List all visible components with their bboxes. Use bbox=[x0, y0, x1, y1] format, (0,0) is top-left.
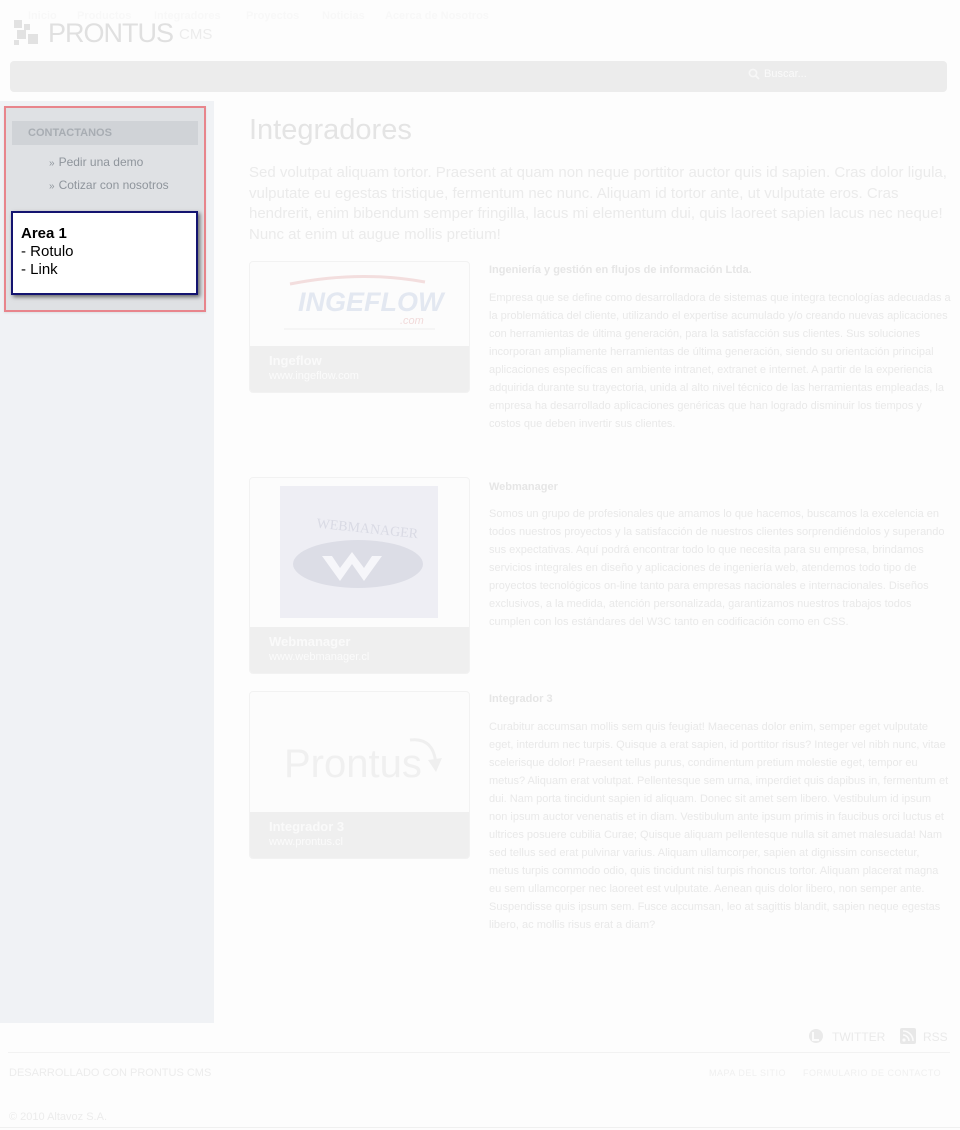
rss-icon[interactable] bbox=[900, 1028, 916, 1044]
rss-link[interactable]: RSS bbox=[923, 1030, 948, 1044]
integrator-card-webmanager[interactable]: WEBMANAGER Webmanager www.webmanager.cl bbox=[249, 477, 470, 674]
nav-item-proyectos[interactable]: Proyectos bbox=[246, 10, 299, 22]
developed-by: DESARROLLADO CON PRONTUS CMS bbox=[9, 1067, 212, 1079]
search-icon[interactable] bbox=[748, 68, 760, 80]
area-line-rotulo: - Rotulo bbox=[21, 243, 74, 260]
integrator-heading-integrador3: Integrador 3 bbox=[489, 693, 553, 705]
area-title: Area 1 bbox=[21, 225, 67, 242]
ingeflow-logo-sub: .com bbox=[400, 315, 424, 327]
twitter-icon[interactable] bbox=[808, 1028, 824, 1044]
integrator-card-integrador3[interactable]: Prontus Integrador 3 www.prontus.cl bbox=[249, 691, 470, 859]
integrator-description-integrador3: Curabitur accumsan mollis sem quis feugi… bbox=[489, 721, 949, 931]
integrator-heading-ingeflow: Ingeniería y gestión en flujos de inform… bbox=[489, 264, 752, 276]
prontus-logo: Prontus bbox=[250, 692, 469, 812]
integrator-name[interactable]: Webmanager bbox=[269, 634, 350, 649]
integrator-description-webmanager: Somos un grupo de profesionales que amam… bbox=[489, 508, 945, 628]
nav-item-inicio[interactable]: Inicio bbox=[28, 10, 57, 22]
sitemap-link[interactable]: MAPA DEL SITIO bbox=[709, 1068, 786, 1078]
bullet-arrow-icon: » bbox=[49, 181, 55, 192]
nav-item-noticias[interactable]: Noticias bbox=[322, 10, 365, 22]
page-title: Integradores bbox=[249, 114, 412, 146]
integrator-name[interactable]: Integrador 3 bbox=[269, 819, 344, 834]
webmanager-logo-text: WEBMANAGER bbox=[316, 517, 420, 543]
prontus-logo-text: Prontus bbox=[284, 742, 422, 786]
sidebar-link-label: Pedir una demo bbox=[58, 155, 144, 169]
area-line-link: - Link bbox=[21, 261, 58, 278]
integrator-heading-webmanager: Webmanager bbox=[489, 481, 558, 493]
sidebar-link-label: Cotizar con nosotros bbox=[58, 178, 169, 192]
nav-item-productos[interactable]: Productos bbox=[77, 10, 131, 22]
copyright: © 2010 Altavoz S.A. bbox=[9, 1111, 107, 1123]
integrator-url[interactable]: www.prontus.cl bbox=[269, 836, 343, 848]
bullet-arrow-icon: » bbox=[49, 158, 55, 169]
logo-text: PRONTUS bbox=[48, 18, 174, 48]
twitter-link[interactable]: TWITTER bbox=[832, 1030, 885, 1044]
integrator-name[interactable]: Ingeflow bbox=[269, 353, 322, 368]
logo-mark-icon bbox=[14, 20, 40, 46]
footer-divider bbox=[8, 1052, 950, 1053]
logo-suffix: CMS bbox=[179, 26, 213, 43]
integrator-url[interactable]: www.webmanager.cl bbox=[269, 651, 369, 663]
sidebar-link-cotizar[interactable]: » Cotizar con nosotros bbox=[49, 178, 169, 192]
integrator-card-ingeflow[interactable]: INGEFLOW .com Ingeflow www.ingeflow.com bbox=[249, 261, 470, 393]
nav-item-integradores[interactable]: Integradores bbox=[154, 10, 221, 22]
search-input[interactable] bbox=[764, 66, 934, 82]
integrator-description-ingeflow: Empresa que se define como desarrollador… bbox=[489, 292, 951, 430]
footer-bottom-line bbox=[0, 1127, 960, 1128]
contact-title: CONTACTANOS bbox=[28, 127, 112, 139]
sidebar-link-pedir-demo[interactable]: » Pedir una demo bbox=[49, 155, 143, 169]
ingeflow-logo-text: INGEFLOW bbox=[298, 287, 446, 317]
contact-form-link[interactable]: FORMULARIO DE CONTACTO bbox=[803, 1068, 941, 1078]
integrator-url[interactable]: www.ingeflow.com bbox=[269, 370, 359, 382]
intro-text: Sed volutpat aliquam tortor. Praesent at… bbox=[249, 164, 947, 243]
area-1-annotation: Area 1 - Rotulo - Link bbox=[11, 211, 198, 295]
ingeflow-logo: INGEFLOW .com bbox=[250, 262, 469, 346]
webmanager-logo: WEBMANAGER bbox=[280, 486, 438, 618]
nav-item-acerca[interactable]: Acerca de Nosotros bbox=[385, 10, 489, 22]
